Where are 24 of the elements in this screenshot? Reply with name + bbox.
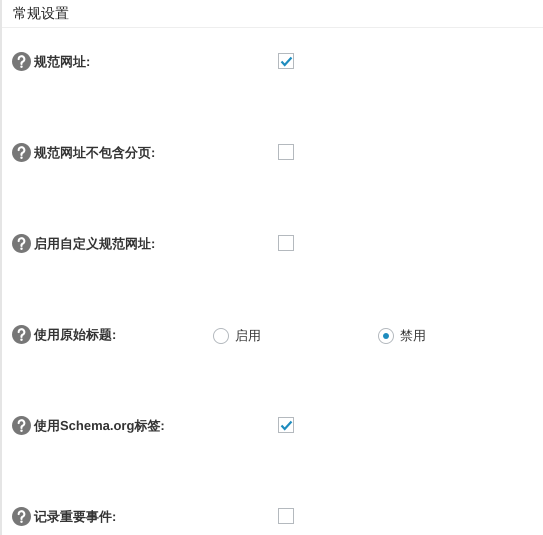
checkbox[interactable] — [278, 235, 294, 251]
setting-label: 规范网址: — [34, 53, 90, 71]
help-icon[interactable] — [12, 234, 31, 254]
radio-button[interactable] — [213, 328, 229, 344]
help-icon[interactable] — [12, 52, 31, 72]
section-title: 常规设置 — [13, 4, 69, 23]
checkbox[interactable] — [278, 53, 294, 69]
help-icon[interactable] — [12, 325, 31, 344]
setting-label: 记录重要事件: — [34, 508, 116, 526]
check-icon — [280, 420, 292, 430]
help-icon[interactable] — [12, 416, 31, 436]
setting-label: 启用自定义规范网址: — [34, 235, 156, 253]
help-icon[interactable] — [12, 143, 31, 162]
setting-label: 使用原始标题: — [34, 326, 116, 344]
radio-button[interactable] — [378, 328, 394, 344]
setting-label: 规范网址不包含分页: — [34, 144, 156, 162]
radio-label: 禁用 — [400, 327, 426, 345]
help-icon[interactable] — [12, 507, 31, 526]
setting-label: 使用Schema.org标签: — [34, 417, 165, 435]
checkbox[interactable] — [278, 508, 294, 524]
checkbox[interactable] — [278, 417, 294, 433]
radio-label: 启用 — [235, 327, 261, 345]
checkbox[interactable] — [278, 144, 294, 160]
check-icon — [280, 56, 292, 66]
